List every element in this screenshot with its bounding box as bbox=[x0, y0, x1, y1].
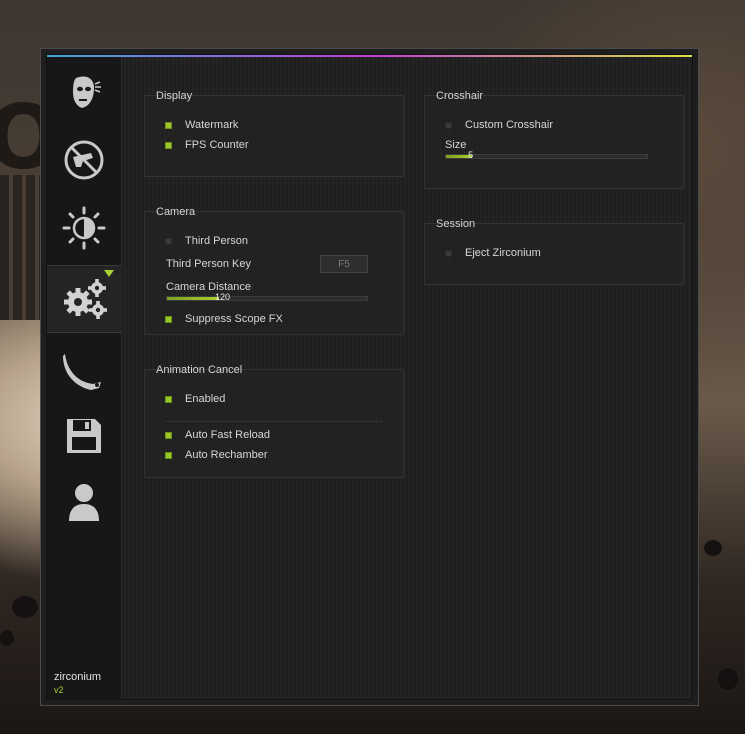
custom-crosshair-checkbox[interactable] bbox=[445, 121, 452, 129]
option-auto-fast-reload[interactable]: Auto Fast Reload bbox=[165, 429, 270, 441]
group-title: Crosshair bbox=[436, 90, 484, 102]
tab-skins[interactable] bbox=[47, 337, 121, 403]
group-title: Session bbox=[436, 218, 476, 230]
group-session: Session Eject Zirconium bbox=[424, 219, 684, 285]
enabled-checkbox[interactable] bbox=[165, 395, 172, 403]
group-animation-cancel: Animation Cancel Enabled Auto Fast Reloa… bbox=[144, 365, 404, 478]
tab-visuals[interactable] bbox=[47, 59, 121, 125]
group-title: Camera bbox=[156, 206, 196, 218]
third-person-key-label: Third Person Key bbox=[166, 258, 251, 270]
option-label: Auto Fast Reload bbox=[185, 429, 270, 441]
option-label: Enabled bbox=[185, 393, 226, 405]
content-area: Display Watermark FPS Counter Camera Thi… bbox=[122, 57, 692, 699]
slider-value: 5 bbox=[468, 150, 474, 160]
sidebar-footer: zirconium v2 bbox=[54, 671, 101, 695]
group-title: Display bbox=[156, 90, 193, 102]
tab-misc[interactable] bbox=[47, 265, 122, 333]
gears-icon bbox=[63, 279, 107, 319]
camera-distance-slider[interactable]: 120 bbox=[166, 292, 368, 302]
version-label: v2 bbox=[54, 685, 64, 695]
option-enabled[interactable]: Enabled bbox=[165, 393, 225, 405]
tab-profile[interactable] bbox=[47, 469, 121, 535]
background-rock bbox=[0, 630, 14, 646]
save-icon bbox=[67, 419, 101, 453]
option-label: Watermark bbox=[185, 119, 239, 131]
no-aim-icon bbox=[64, 140, 104, 180]
fps-counter-checkbox[interactable] bbox=[165, 141, 172, 149]
crosshair-size-slider[interactable]: 5 bbox=[445, 150, 648, 160]
mask-icon bbox=[73, 76, 101, 108]
option-label: Auto Rechamber bbox=[185, 449, 268, 461]
option-custom-crosshair[interactable]: Custom Crosshair bbox=[445, 119, 553, 131]
group-divider bbox=[165, 421, 383, 422]
active-tab-indicator bbox=[104, 270, 114, 277]
third-person-checkbox[interactable] bbox=[165, 237, 172, 245]
option-suppress-scope-fx[interactable]: Suppress Scope FX bbox=[165, 313, 283, 325]
sidebar: zirconium v2 bbox=[47, 57, 122, 699]
knife-icon bbox=[63, 354, 101, 390]
window-frame: zirconium v2 Display Watermark FPS Count… bbox=[46, 54, 693, 700]
option-label: Third Person bbox=[185, 235, 248, 247]
brand-name: zirconium bbox=[54, 671, 102, 683]
option-auto-rechamber[interactable]: Auto Rechamber bbox=[165, 449, 268, 461]
cheat-menu-window: zirconium v2 Display Watermark FPS Count… bbox=[40, 48, 699, 706]
brightness-icon bbox=[62, 206, 106, 250]
option-label: Suppress Scope FX bbox=[185, 313, 283, 325]
background-rock bbox=[718, 668, 738, 690]
tab-config[interactable] bbox=[47, 403, 121, 469]
eject-checkbox[interactable] bbox=[445, 249, 452, 257]
option-label: FPS Counter bbox=[185, 139, 249, 151]
group-display: Display Watermark FPS Counter bbox=[144, 91, 404, 177]
auto-rechamber-checkbox[interactable] bbox=[165, 451, 172, 459]
background-rock bbox=[12, 596, 38, 618]
suppress-scope-fx-checkbox[interactable] bbox=[165, 315, 172, 323]
tab-world[interactable] bbox=[47, 195, 121, 261]
option-label: Eject Zirconium bbox=[465, 247, 541, 259]
slider-fill bbox=[167, 297, 219, 300]
tab-aim[interactable] bbox=[47, 127, 121, 193]
group-title: Animation Cancel bbox=[156, 364, 243, 376]
option-watermark[interactable]: Watermark bbox=[165, 119, 238, 131]
slider-value: 120 bbox=[215, 292, 231, 302]
group-camera: Camera Third Person Third Person Key F5 … bbox=[144, 207, 404, 335]
third-person-keybind-button[interactable]: F5 bbox=[320, 255, 368, 273]
watermark-checkbox[interactable] bbox=[165, 121, 172, 129]
option-third-person[interactable]: Third Person bbox=[165, 235, 248, 247]
option-eject[interactable]: Eject Zirconium bbox=[445, 247, 541, 259]
group-crosshair: Crosshair Custom Crosshair Size 5 bbox=[424, 91, 684, 189]
auto-fast-reload-checkbox[interactable] bbox=[165, 431, 172, 439]
crosshair-size-label: Size bbox=[445, 139, 467, 151]
camera-distance-label: Camera Distance bbox=[166, 281, 251, 293]
option-label: Custom Crosshair bbox=[465, 119, 554, 131]
user-icon bbox=[69, 484, 99, 521]
background-rock bbox=[704, 540, 722, 556]
option-fps-counter[interactable]: FPS Counter bbox=[165, 139, 249, 151]
